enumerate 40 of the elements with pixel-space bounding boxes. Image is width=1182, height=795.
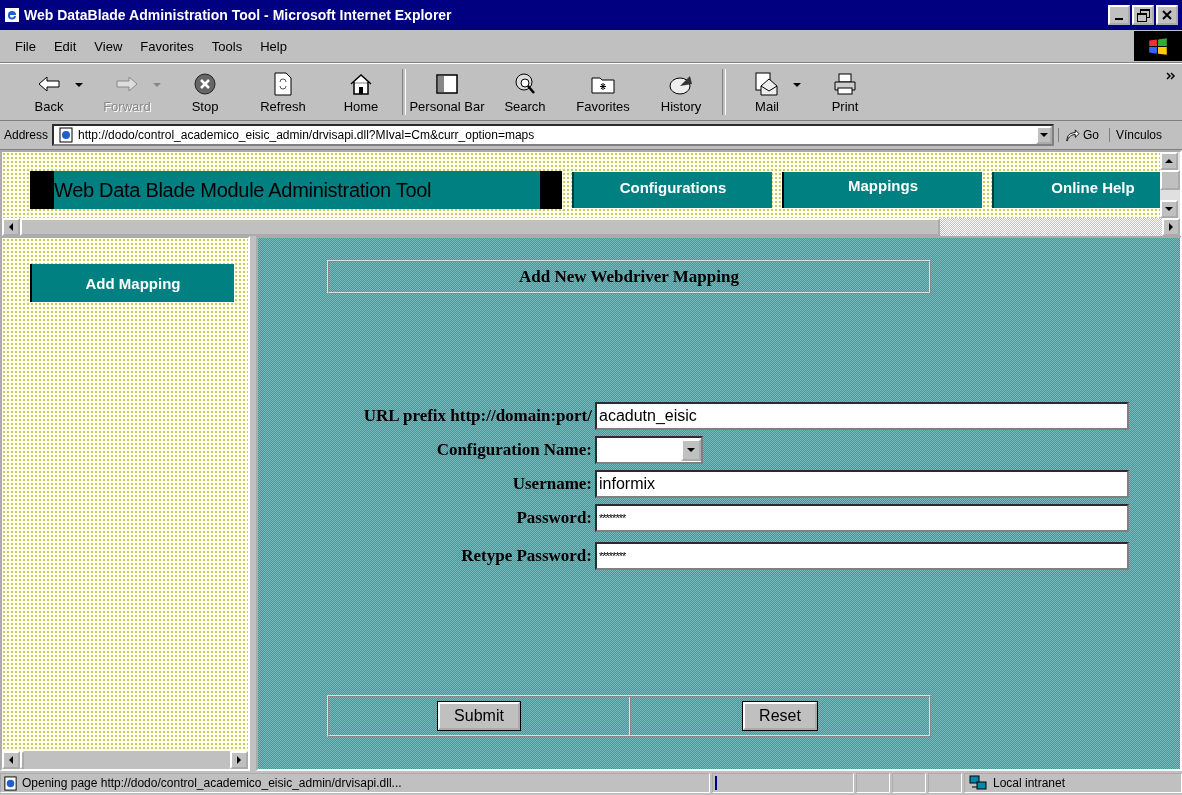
menu-item[interactable]: Help	[251, 38, 296, 54]
input-field[interactable]: acadutn_eisic	[595, 402, 1129, 430]
field-label: Username:	[511, 474, 592, 494]
toolbar-button[interactable]: Search	[486, 70, 564, 114]
form-button[interactable]: Submit	[438, 702, 520, 730]
password-field[interactable]: ********	[595, 504, 1129, 532]
field-label: URL prefix http://domain:port/	[362, 406, 592, 426]
address-label: Address	[4, 128, 49, 142]
zone-label: Local intranet	[993, 776, 1066, 790]
toolbar-button[interactable]: Home	[322, 70, 400, 114]
menu-item[interactable]: Favorites	[131, 38, 203, 54]
toolbar-button[interactable]: Back	[10, 70, 88, 114]
toolbar-button[interactable]: Favorites	[564, 70, 642, 114]
status-text: Opening page http://dodo/control_academico_eisic_admin/drvisapi.dll...	[22, 776, 402, 790]
nav-tab[interactable]: Online Help	[992, 172, 1160, 208]
menu-item[interactable]: View	[85, 38, 132, 54]
go-button[interactable]: Go	[1057, 128, 1105, 142]
nav-tab[interactable]: Mappings	[782, 172, 982, 208]
nav-tab[interactable]: Configurations	[572, 172, 772, 208]
form-heading: Add New Webdriver Mapping	[327, 260, 931, 294]
input-field[interactable]: informix	[595, 470, 1129, 498]
form-button[interactable]: Reset	[743, 702, 817, 730]
toolbar-button[interactable]: Print	[806, 70, 884, 114]
toolbar-button[interactable]: History	[642, 70, 720, 114]
menu-item[interactable]: File	[6, 38, 45, 54]
toolbar-button[interactable]: Personal Bar	[408, 70, 486, 114]
field-label: Password:	[515, 508, 592, 528]
window-title: Web DataBlade Administration Tool - Microsoft Internet Explorer	[24, 7, 453, 23]
banner-title: Web Data Blade Module Administration Tool	[54, 178, 432, 202]
sidebar-button[interactable]: Add Mapping	[30, 264, 234, 302]
field-label: Retype Password:	[460, 546, 592, 566]
toolbar-button[interactable]: Refresh	[244, 70, 322, 114]
toolbar-button[interactable]: Stop	[166, 70, 244, 114]
field-label: Configuration Name:	[435, 440, 592, 460]
address-field[interactable]: http://dodo/control_academico_eisic_admin/drvisapi.dll?MIval=Cm&curr_option=maps	[52, 124, 1054, 146]
password-field[interactable]: ********	[595, 542, 1129, 570]
links-button[interactable]: Vínculos	[1108, 128, 1182, 142]
menu-item[interactable]: Edit	[44, 38, 86, 54]
menu-item[interactable]: Tools	[202, 38, 252, 54]
toolbar-button[interactable]: Mail	[728, 70, 806, 114]
